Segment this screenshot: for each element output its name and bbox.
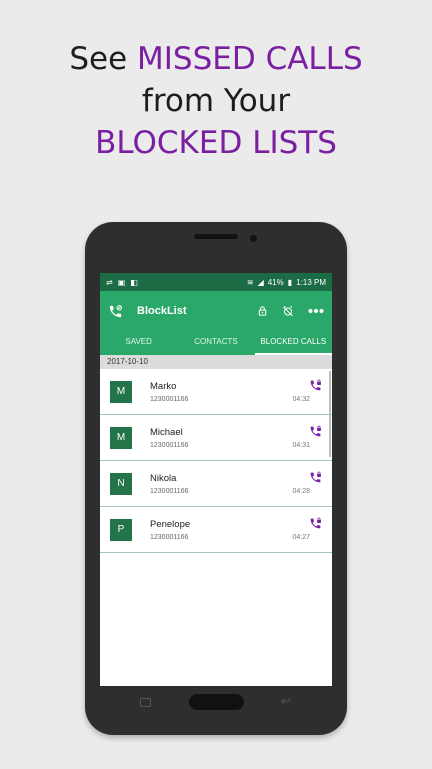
- app-title: BlockList: [137, 305, 187, 317]
- promo-highlight-missed-calls: MISSED CALLS: [137, 41, 363, 77]
- blocked-call-icon: [310, 379, 321, 391]
- blocked-call-icon: [310, 517, 321, 529]
- tab-bar: SAVED CONTACTS BLOCKED CALLS: [100, 331, 332, 355]
- phone-blocked-icon: [109, 304, 122, 317]
- call-time: 04:27: [292, 534, 310, 541]
- blocked-call-icon: [310, 471, 321, 483]
- promo-headline: See MISSED CALLS from Your BLOCKED LISTS: [0, 38, 432, 164]
- tab-saved[interactable]: SAVED: [100, 331, 177, 355]
- caller-name: Penelope: [150, 518, 191, 530]
- image-notification-icon: ▣: [117, 277, 126, 287]
- lock-icon[interactable]: [257, 305, 268, 317]
- back-icon[interactable]: ↩: [281, 694, 291, 708]
- signal-icon: ◢: [257, 277, 264, 287]
- status-time: 1:13 PM: [296, 277, 326, 287]
- recent-apps-icon[interactable]: [140, 698, 151, 707]
- avatar: M: [110, 380, 132, 403]
- tab-contacts[interactable]: CONTACTS: [177, 331, 254, 355]
- status-bar: ⇌ ▣ ◧ ≋ ◢ 41% ▮ 1:13 PM: [100, 273, 332, 291]
- tab-blocked-calls[interactable]: BLOCKED CALLS: [254, 331, 332, 355]
- app-toolbar: BlockList: [100, 291, 332, 331]
- usb-icon: ⇌: [106, 277, 113, 287]
- blocked-call-icon: [310, 425, 321, 437]
- call-time: 04:31: [292, 442, 310, 449]
- wifi-icon: ≋: [246, 277, 254, 287]
- list-item[interactable]: M Michael 1230001166 04:31: [100, 415, 332, 461]
- battery-percent: 41%: [267, 277, 284, 287]
- alarm-off-icon[interactable]: [282, 305, 294, 317]
- phone-nav-bar: ↩: [85, 689, 347, 719]
- blocked-calls-list: M Marko 1230001166 04:32 M Michael 12300…: [100, 369, 332, 553]
- date-header: 2017-10-10: [100, 355, 332, 369]
- caller-name: Marko: [150, 380, 177, 392]
- promo-highlight-blocked-lists: BLOCKED LISTS: [95, 125, 337, 161]
- caller-name: Michael: [150, 426, 183, 438]
- phone-screen: ⇌ ▣ ◧ ≋ ◢ 41% ▮ 1:13 PM BlockList SAVED …: [100, 273, 332, 686]
- list-item[interactable]: N Nikola 1230001166 04:28: [100, 461, 332, 507]
- phone-camera: [250, 235, 257, 242]
- avatar: M: [110, 426, 132, 449]
- avatar: P: [110, 518, 132, 541]
- list-item[interactable]: P Penelope 1230001166 04:27: [100, 507, 332, 553]
- more-icon[interactable]: [308, 308, 324, 314]
- promo-line-2: from Your: [141, 83, 291, 119]
- call-time: 04:28: [292, 488, 310, 495]
- caller-name: Nikola: [150, 472, 177, 484]
- call-time: 04:32: [292, 396, 310, 403]
- app-notification-icon: ◧: [130, 277, 138, 287]
- promo-line-1: See MISSED CALLS: [69, 41, 363, 77]
- avatar: N: [110, 472, 132, 495]
- phone-speaker: [194, 234, 238, 239]
- list-item[interactable]: M Marko 1230001166 04:32: [100, 369, 332, 415]
- home-button[interactable]: [189, 694, 244, 710]
- phone-frame: ⇌ ▣ ◧ ≋ ◢ 41% ▮ 1:13 PM BlockList SAVED …: [85, 222, 347, 735]
- battery-icon: ▮: [287, 277, 293, 287]
